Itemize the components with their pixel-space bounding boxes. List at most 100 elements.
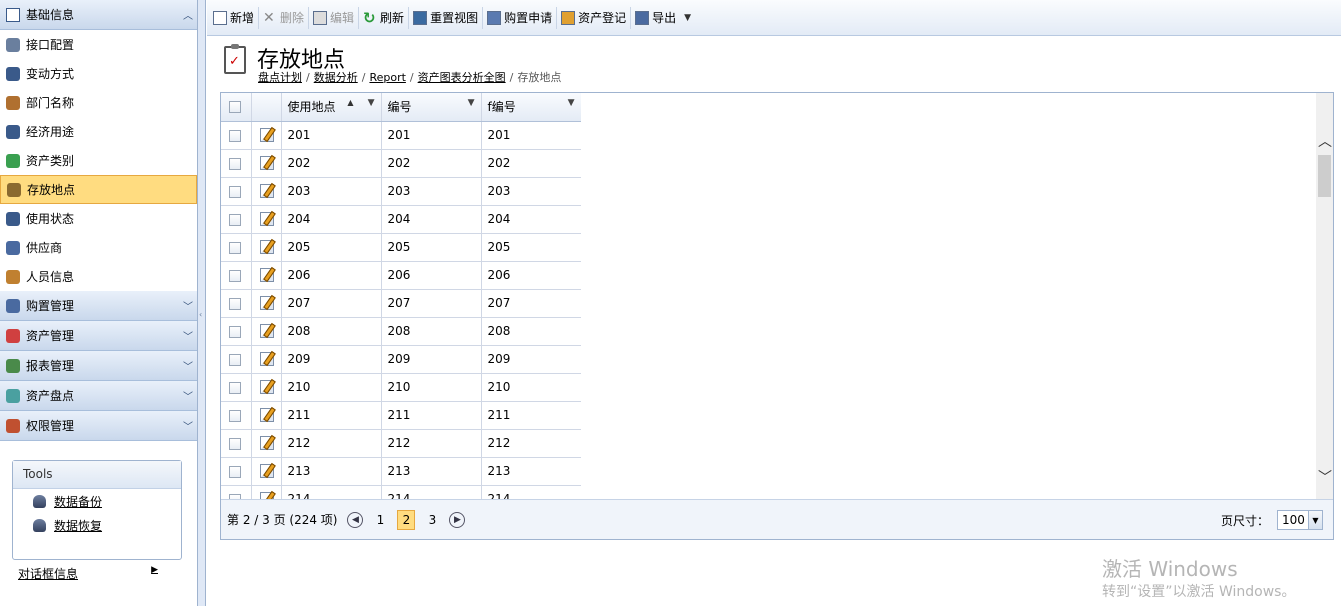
sidebar-item-department[interactable]: 部门名称: [0, 88, 197, 117]
sidebar-item-asset-category[interactable]: 资产类别: [0, 146, 197, 175]
table-row[interactable]: 201 201 201: [221, 121, 581, 150]
sidebar-item-location[interactable]: 存放地点: [0, 175, 197, 204]
edit-icon[interactable]: [259, 268, 274, 283]
edit-icon[interactable]: [259, 212, 274, 227]
dialog-info-link[interactable]: 对话框信息 ▶: [18, 565, 158, 582]
sidebar-item-usage-status[interactable]: 使用状态: [0, 204, 197, 233]
row-edit-cell: [251, 177, 282, 206]
table-row[interactable]: 210 210 210: [221, 373, 581, 402]
row-checkbox[interactable]: [229, 409, 241, 422]
table-row[interactable]: 207 207 207: [221, 289, 581, 318]
sidebar-item-economic-use[interactable]: 经济用途: [0, 117, 197, 146]
dropdown-arrow-icon[interactable]: ▼: [1308, 511, 1322, 529]
table-row[interactable]: 208 208 208: [221, 317, 581, 346]
edit-icon[interactable]: [259, 156, 274, 171]
row-checkbox[interactable]: [229, 437, 241, 450]
restore-link[interactable]: 数据恢复: [13, 513, 181, 537]
page-link-3[interactable]: 3: [427, 513, 437, 527]
backup-link[interactable]: 数据备份: [13, 489, 181, 513]
purchase-request-button[interactable]: 购置申请: [483, 6, 558, 29]
edit-icon[interactable]: [259, 352, 274, 367]
page-link-2[interactable]: 2: [397, 509, 416, 530]
table-row[interactable]: 209 209 209: [221, 345, 581, 374]
reset-view-button[interactable]: 重置视图: [409, 6, 484, 29]
prev-page-icon[interactable]: ◀: [347, 511, 364, 528]
row-checkbox[interactable]: [229, 353, 241, 366]
column-header-code[interactable]: 编号 ▼: [381, 93, 482, 122]
sidebar-splitter[interactable]: ‹: [198, 0, 206, 606]
main-area: 新增✕删除编辑↻刷新重置视图购置申请资产登记导出▼ 存放地点 盘点计划/数据分析…: [207, 0, 1341, 606]
scroll-down-icon[interactable]: ﹀: [1318, 467, 1332, 487]
breadcrumb-link-report[interactable]: Report: [369, 71, 405, 84]
table-cell: 212: [281, 429, 382, 458]
row-checkbox[interactable]: [229, 297, 241, 310]
row-checkbox[interactable]: [229, 269, 241, 282]
table-row[interactable]: 202 202 202: [221, 149, 581, 178]
edit-icon[interactable]: [259, 492, 274, 499]
row-select-cell: [221, 345, 252, 374]
table-row[interactable]: 205 205 205: [221, 233, 581, 262]
row-checkbox[interactable]: [229, 465, 241, 478]
sidebar-item-interface-config[interactable]: 接口配置: [0, 30, 197, 59]
row-checkbox[interactable]: [229, 185, 241, 198]
export-button[interactable]: 导出 ▼: [631, 7, 695, 29]
filter-icon[interactable]: ▼: [568, 98, 575, 108]
nav-group-asset-management[interactable]: 资产管理 ﹀: [0, 321, 197, 351]
nav-group-inventory[interactable]: 资产盘点 ﹀: [0, 381, 197, 411]
refresh-button[interactable]: ↻ 刷新: [359, 6, 410, 29]
nav-group-permission[interactable]: 权限管理 ﹀: [0, 411, 197, 441]
page-link-1[interactable]: 1: [375, 513, 385, 527]
row-checkbox[interactable]: [229, 381, 241, 394]
select-all-checkbox[interactable]: [229, 101, 241, 114]
filter-icon[interactable]: ▼: [468, 98, 475, 108]
edit-icon[interactable]: [259, 324, 274, 339]
column-header-location[interactable]: 使用地点 ▼ ▲: [281, 93, 382, 122]
edit-icon[interactable]: [259, 128, 274, 143]
table-row[interactable]: 214 214 214: [221, 485, 581, 499]
breadcrumb-link-chart[interactable]: 资产图表分析全图: [418, 71, 506, 84]
delete-button[interactable]: ✕ 删除: [259, 6, 310, 29]
sidebar-item-person[interactable]: 人员信息: [0, 262, 197, 291]
row-checkbox[interactable]: [229, 325, 241, 338]
table-row[interactable]: 206 206 206: [221, 261, 581, 290]
toolbar-button-label: 购置申请: [504, 11, 553, 25]
scroll-up-icon[interactable]: ︿: [1318, 131, 1332, 151]
nav-group-purchase[interactable]: 购置管理 ﹀: [0, 291, 197, 321]
column-header-fcode[interactable]: f编号 ▼: [481, 93, 581, 122]
row-checkbox[interactable]: [229, 213, 241, 226]
table-row[interactable]: 213 213 213: [221, 457, 581, 486]
new-button[interactable]: 新增: [209, 6, 260, 29]
breadcrumb-link-analysis[interactable]: 数据分析: [314, 71, 358, 84]
vertical-scrollbar[interactable]: ︿ ﹀: [1316, 93, 1333, 499]
nav-group-basic-info[interactable]: 基础信息 ︿: [0, 0, 197, 30]
dialog-info-label: 对话框信息: [18, 567, 79, 581]
edit-icon[interactable]: [259, 240, 274, 255]
edit-icon[interactable]: [259, 408, 274, 423]
edit-button[interactable]: 编辑: [309, 6, 360, 29]
row-checkbox[interactable]: [229, 241, 241, 254]
page-size-select[interactable]: 100 ▼: [1277, 510, 1323, 530]
edit-icon[interactable]: [259, 380, 274, 395]
asset-register-button[interactable]: 资产登记: [557, 6, 632, 29]
table-row[interactable]: 211 211 211: [221, 401, 581, 430]
edit-icon[interactable]: [259, 464, 274, 479]
filter-icon[interactable]: ▼: [368, 98, 375, 108]
sidebar-item-change-mode[interactable]: 变动方式: [0, 59, 197, 88]
row-checkbox[interactable]: [229, 157, 241, 170]
sidebar-item-supplier[interactable]: 供应商: [0, 233, 197, 262]
column-label: 使用地点: [287, 100, 336, 115]
table-row[interactable]: 203 203 203: [221, 177, 581, 206]
edit-icon[interactable]: [259, 184, 274, 199]
table-row[interactable]: 204 204 204: [221, 205, 581, 234]
nav-group-report[interactable]: 报表管理 ﹀: [0, 351, 197, 381]
edit-icon[interactable]: [259, 296, 274, 311]
next-page-icon[interactable]: ▶: [449, 511, 466, 528]
edit-icon[interactable]: [259, 436, 274, 451]
table-row[interactable]: 212 212 212: [221, 429, 581, 458]
row-checkbox[interactable]: [229, 129, 241, 142]
table-cell: 205: [281, 233, 382, 262]
scroll-thumb[interactable]: [1318, 155, 1331, 197]
breadcrumb-link-plan[interactable]: 盘点计划: [258, 71, 302, 84]
interface-config-icon: [6, 37, 20, 52]
dropdown-arrow-icon[interactable]: ▼: [684, 13, 691, 23]
